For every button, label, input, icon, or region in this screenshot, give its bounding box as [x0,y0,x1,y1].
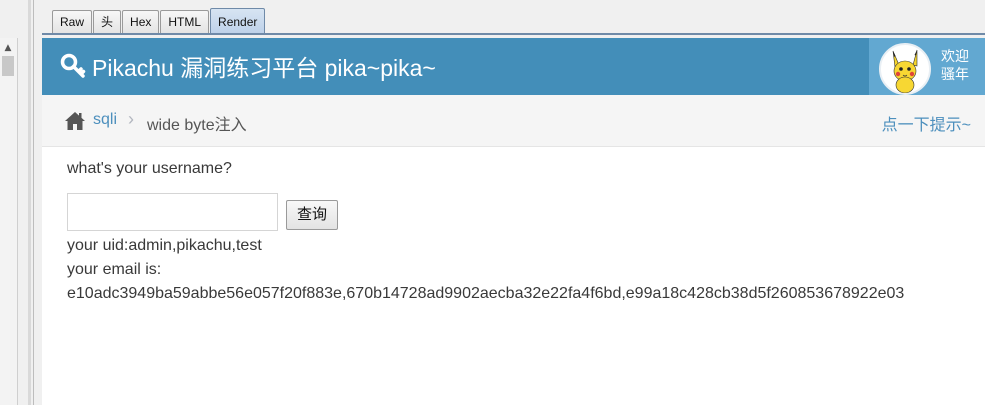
breadcrumb-separator-icon: › [128,109,134,129]
tab-render[interactable]: Render [210,8,266,33]
hint-link[interactable]: 点一下提示~ [882,111,971,135]
tab-raw[interactable]: Raw [52,10,93,33]
email-label: your email is: [67,261,162,278]
breadcrumb-sqli-link[interactable]: sqli [93,111,117,129]
user-menu[interactable]: 欢迎 骚年 [869,38,985,95]
pikachu-avatar [879,43,931,95]
vertical-scrollbar[interactable]: ▲ [0,38,18,405]
welcome-line: 欢迎 [941,49,969,65]
brand-title: Pikachu 漏洞练习平台 pika~pika~ [92,55,436,81]
tab-underline [42,33,985,35]
uid-result: your uid:admin,pikachu,test [67,237,262,254]
scroll-up-arrow-icon[interactable]: ▲ [2,42,14,54]
panel-divider-edge [33,0,34,405]
panel-divider[interactable] [28,0,31,405]
response-view-tabs: Raw 头 Hex HTML Render [52,8,266,34]
navbar: Pikachu 漏洞练习平台 pika~pika~ 欢迎 骚年 [42,38,985,95]
welcome-text: 欢迎 骚年 [941,48,981,84]
username-question: what's your username? [67,160,232,177]
email-result: e10adc3949ba59abbe56e057f20f883e,670b147… [67,285,905,302]
username-line: 骚年 [941,67,969,83]
breadcrumb: sqli › wide byte注入 点一下提示~ [42,95,985,147]
brand-link[interactable]: Pikachu 漏洞练习平台 pika~pika~ [60,51,436,81]
tab-hex[interactable]: Hex [122,10,160,33]
left-panel-gutter: ▲ [0,0,42,405]
home-icon [65,112,85,130]
scroll-thumb[interactable] [2,56,14,76]
tab-html[interactable]: HTML [160,10,210,33]
query-button[interactable]: 查询 [286,200,338,230]
breadcrumb-current: wide byte注入 [147,117,247,134]
key-icon [60,53,86,78]
rendered-page: Pikachu 漏洞练习平台 pika~pika~ 欢迎 骚年 sqli › w… [42,38,985,405]
username-input[interactable] [67,193,278,231]
tab-headers[interactable]: 头 [93,10,122,33]
pikachu-avatar-icon [892,49,918,93]
